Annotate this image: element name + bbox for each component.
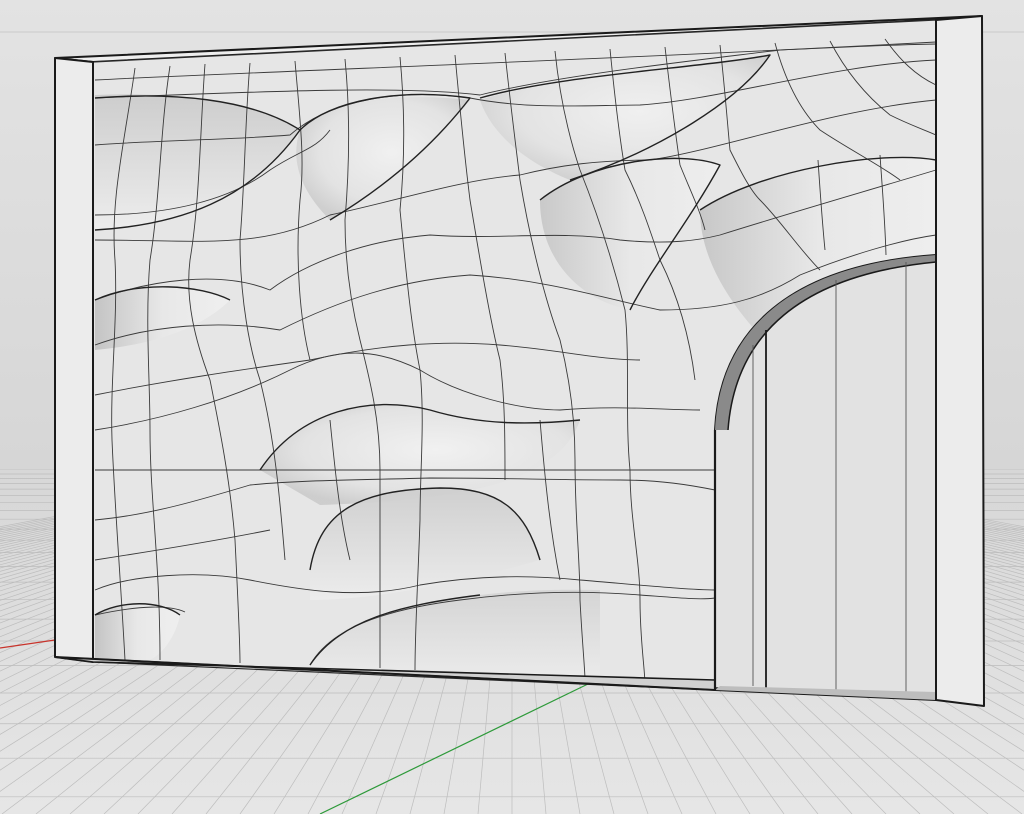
scene-canvas[interactable] [0,0,1024,814]
viewport-perspective[interactable] [0,0,1024,814]
right-post-front[interactable] [935,15,985,707]
wall-model[interactable] [54,15,985,707]
left-post-front[interactable] [54,57,94,663]
